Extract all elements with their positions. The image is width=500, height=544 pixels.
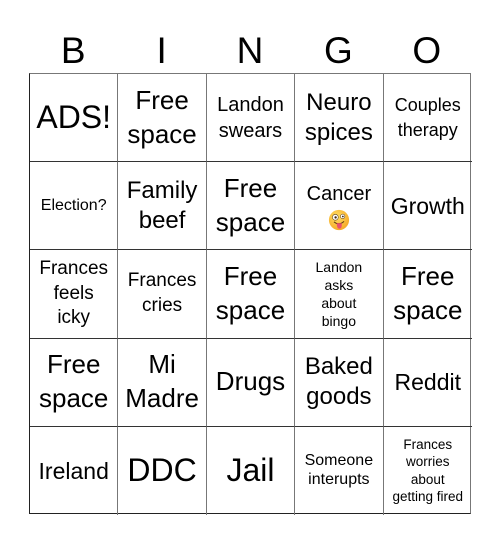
cell-text: Reddit bbox=[394, 368, 461, 395]
bingo-cell[interactable]: Couples therapy bbox=[383, 74, 472, 163]
bingo-cell-free-space[interactable]: Free space bbox=[206, 162, 296, 251]
header-letter-i: I bbox=[156, 30, 167, 71]
bingo-cell[interactable]: Landon asks about bingo bbox=[295, 250, 384, 339]
bingo-cell[interactable]: Growth bbox=[383, 162, 472, 251]
bingo-cell[interactable]: ADS! bbox=[30, 74, 119, 163]
cell-text: Mi Madre bbox=[125, 349, 199, 414]
cell-text: DDC bbox=[127, 452, 197, 489]
bingo-cell[interactable]: Election? bbox=[30, 162, 119, 251]
header-letter-o: O bbox=[412, 30, 442, 71]
bingo-cell[interactable]: Someone interupts bbox=[295, 426, 384, 515]
cell-text: Ireland bbox=[38, 457, 109, 484]
bingo-cell[interactable]: Family beef bbox=[118, 162, 207, 251]
cell-text: Free space bbox=[393, 261, 463, 325]
cell-text: Frances feels icky bbox=[39, 257, 109, 329]
bingo-cell[interactable]: Reddit bbox=[383, 339, 472, 427]
cell-text: Free space bbox=[39, 349, 109, 414]
cell-text: Jail bbox=[226, 452, 275, 489]
bingo-cell[interactable]: Drugs bbox=[206, 338, 296, 427]
bingo-cell[interactable]: Mi Madre bbox=[118, 338, 207, 427]
bingo-cell[interactable]: Jail bbox=[207, 426, 296, 515]
cell-text: Frances cries bbox=[127, 270, 197, 316]
header-letter-n: N bbox=[236, 30, 264, 71]
cell-text: Landon asks about bingo bbox=[315, 258, 363, 330]
bingo-cell[interactable]: Neuro spices bbox=[295, 74, 384, 163]
bingo-cell[interactable]: Cancer bbox=[295, 162, 384, 251]
cell-text: Couples therapy bbox=[394, 94, 461, 140]
cell-text: Landon swears bbox=[217, 93, 284, 142]
bingo-cell[interactable]: Frances cries bbox=[118, 250, 207, 339]
header-letter-g: G bbox=[324, 30, 353, 71]
cell-text: Cancer bbox=[306, 182, 372, 205]
bingo-cell[interactable]: Frances worries about getting fired bbox=[384, 427, 472, 515]
bingo-cell[interactable]: Baked goods bbox=[295, 338, 384, 427]
cell-text: Free space bbox=[215, 261, 286, 325]
cell-text: Neuro spices bbox=[304, 88, 373, 146]
bingo-cell-free-space[interactable]: Free space bbox=[206, 250, 296, 339]
cell-text: Drugs bbox=[215, 366, 286, 397]
cell-text: Growth bbox=[390, 192, 465, 219]
bingo-cell-free-space[interactable]: Free space bbox=[383, 250, 472, 339]
bingo-board: ADS! Free space Landon swears Neuro spic… bbox=[29, 73, 472, 515]
bingo-cell[interactable]: Ireland bbox=[30, 426, 119, 515]
bingo-cell[interactable]: Frances feels icky bbox=[30, 250, 119, 339]
bingo-cell-free-space[interactable]: Free space bbox=[118, 74, 207, 163]
cell-text: ADS! bbox=[36, 99, 112, 135]
cell-text: Election? bbox=[40, 196, 107, 214]
bingo-cell[interactable]: DDC bbox=[118, 426, 207, 515]
cell-text: Free space bbox=[215, 172, 286, 237]
cell-text: Frances worries about getting fired bbox=[392, 436, 464, 505]
cell-text: Baked goods bbox=[304, 353, 373, 411]
bingo-cell-free-space[interactable]: Free space bbox=[30, 338, 119, 427]
zany-face-icon bbox=[328, 209, 349, 230]
bingo-cell[interactable]: Landon swears bbox=[206, 74, 296, 163]
bingo-header: B I N G O bbox=[29, 28, 471, 73]
header-letter-b: B bbox=[60, 30, 86, 71]
cell-text: Family beef bbox=[126, 176, 198, 234]
cell-text: Someone interupts bbox=[304, 452, 374, 488]
cell-text: Free space bbox=[127, 84, 197, 149]
